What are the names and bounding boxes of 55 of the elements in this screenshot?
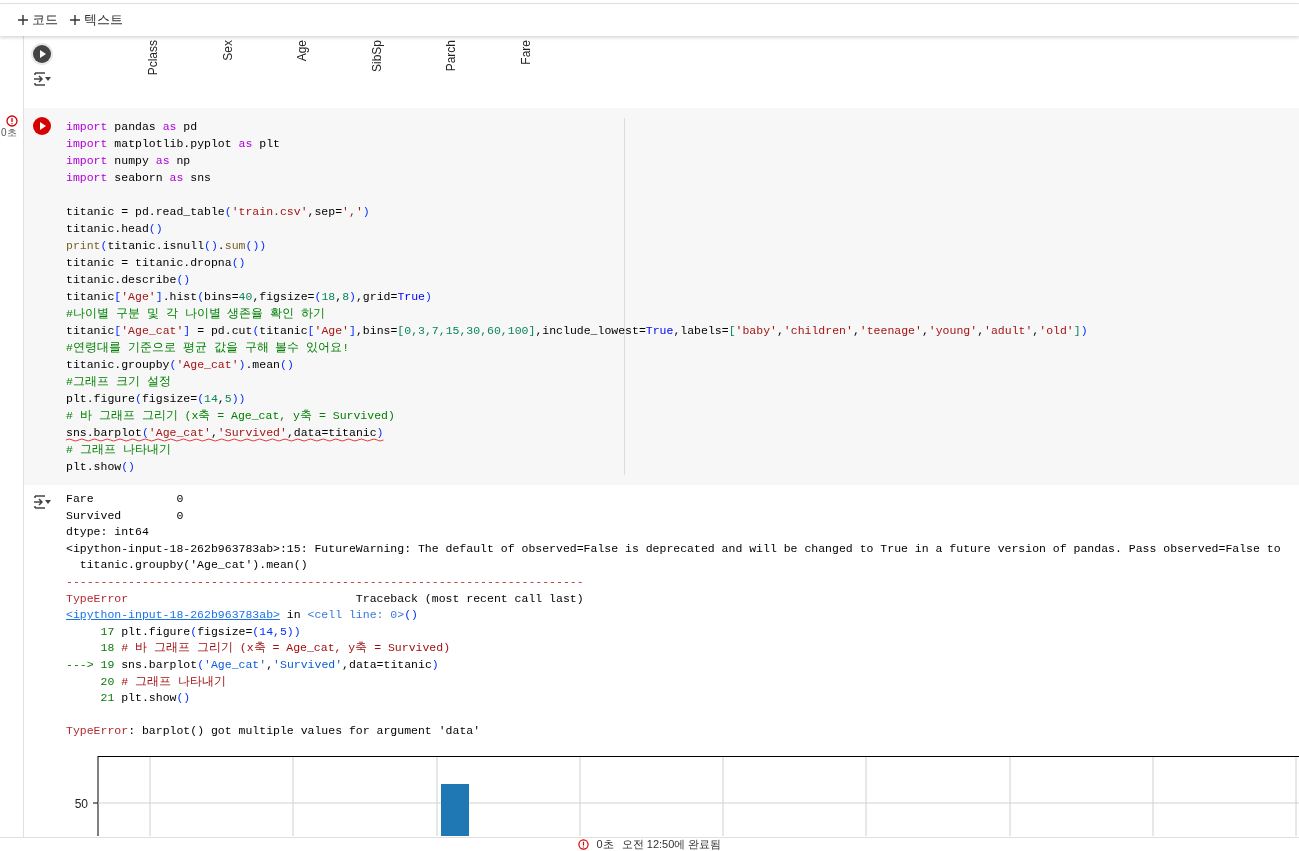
code-line: import numpy as np — [66, 153, 191, 169]
axis-label: Age — [294, 40, 310, 62]
output-line: 17 plt.figure(figsize=(14,5)) — [99, 623, 301, 640]
code-line: #연령대를 기준으로 평균 값을 구해 볼수 있어요! — [66, 340, 350, 356]
code-line: # 그래프 나타내기 — [66, 442, 171, 458]
status-message: 오전 12:50에 완료됨 — [621, 839, 722, 850]
output-line: <ipython-input-18-262b963783ab> in <cell line: 0>() — [66, 607, 418, 624]
output-line: <ipython-input-18-262b963783ab>:15: FutureWarning: The default of observed=False is deprecated and will be changed to True in a future version of pandas. Pass observed=False to — [66, 540, 1281, 557]
code-line: titanic.head() — [66, 221, 163, 237]
code-line: plt.figure(figsize=(14,5)) — [66, 391, 246, 407]
code-line: #그래프 크기 설정 — [66, 374, 171, 390]
plus-icon — [70, 15, 80, 25]
output-line: Survived 0 — [66, 507, 184, 524]
code-line: titanic['Age_cat'] = pd.cut(titanic['Age'],bins=[0,3,7,15,30,60,100],include_lowest=True,labels=['baby','children','teenage','young','adult','old']) — [66, 323, 1088, 339]
code-line: titanic['Age'].hist(bins=40,figsize=(18,8),grid=True) — [66, 289, 432, 305]
output-line: 18 # 바 그래프 그리기 (x축 = Age_cat, y축 = Survived) — [99, 640, 451, 657]
axis-label: Fare — [517, 40, 534, 65]
axis-label: Sex — [219, 40, 236, 61]
code-line: titanic.describe() — [66, 272, 191, 288]
run-button[interactable] — [32, 116, 52, 136]
code-line: titanic.groupby('Age_cat').mean() — [66, 357, 294, 373]
execution-time: 0초 — [1, 127, 18, 139]
axis-label: Parch — [443, 40, 459, 72]
code-line: titanic = pd.read_table('train.csv',sep=',') — [66, 204, 370, 220]
axis-label: SibSp — [368, 40, 385, 73]
output-line: TypeError Traceback (most recent call last) — [66, 590, 584, 607]
code-line: import pandas as pd — [66, 119, 198, 135]
output-line: ---> 19 sns.barplot('Age_cat','Survived',data=titanic) — [66, 656, 439, 673]
code-line: import matplotlib.pyplot as plt — [66, 136, 280, 152]
status-elapsed: 0초 — [596, 839, 614, 850]
code-line: #나이별 구분 및 각 나이별 생존율 확인 하기 — [66, 306, 326, 322]
code-line: import seaborn as sns — [66, 170, 211, 186]
run-button[interactable] — [32, 44, 52, 64]
output-line: TypeError: barplot() got multiple values for argument 'data' — [66, 723, 481, 740]
code-line: plt.show() — [66, 459, 136, 475]
output-toggle-icon[interactable] — [32, 493, 52, 511]
code-line: titanic = titanic.dropna() — [66, 255, 246, 271]
y-tick-label: 50 — [74, 796, 88, 811]
plus-icon — [18, 15, 28, 25]
output-line: Fare 0 — [66, 491, 184, 507]
add-cell-button[interactable]: 텍스트 — [70, 10, 123, 30]
output-toggle-icon[interactable] — [32, 70, 52, 88]
output-line: --------------------------------------------------------------------------- — [66, 573, 584, 590]
traceback-link[interactable]: <ipython-input-18-262b963783ab> — [66, 608, 280, 622]
output-line: titanic.groupby('Age_cat').mean() — [78, 557, 308, 574]
histogram-bar — [441, 783, 469, 836]
error-icon — [577, 839, 589, 850]
add-cell-button[interactable]: 코드 — [18, 10, 58, 30]
output-line: dtype: int64 — [66, 524, 149, 541]
output-line: 20 # 그래프 나타내기 — [99, 673, 226, 690]
code-line: # 바 그래프 그리기 (x축 = Age_cat, y축 = Survived) — [66, 408, 395, 424]
code-line: print(titanic.isnull().sum()) — [66, 238, 267, 254]
code-line: sns.barplot('Age_cat','Survived',data=titanic) — [66, 425, 384, 441]
axis-label: Pclass — [145, 40, 161, 76]
output-line: 21 plt.show() — [99, 690, 191, 707]
